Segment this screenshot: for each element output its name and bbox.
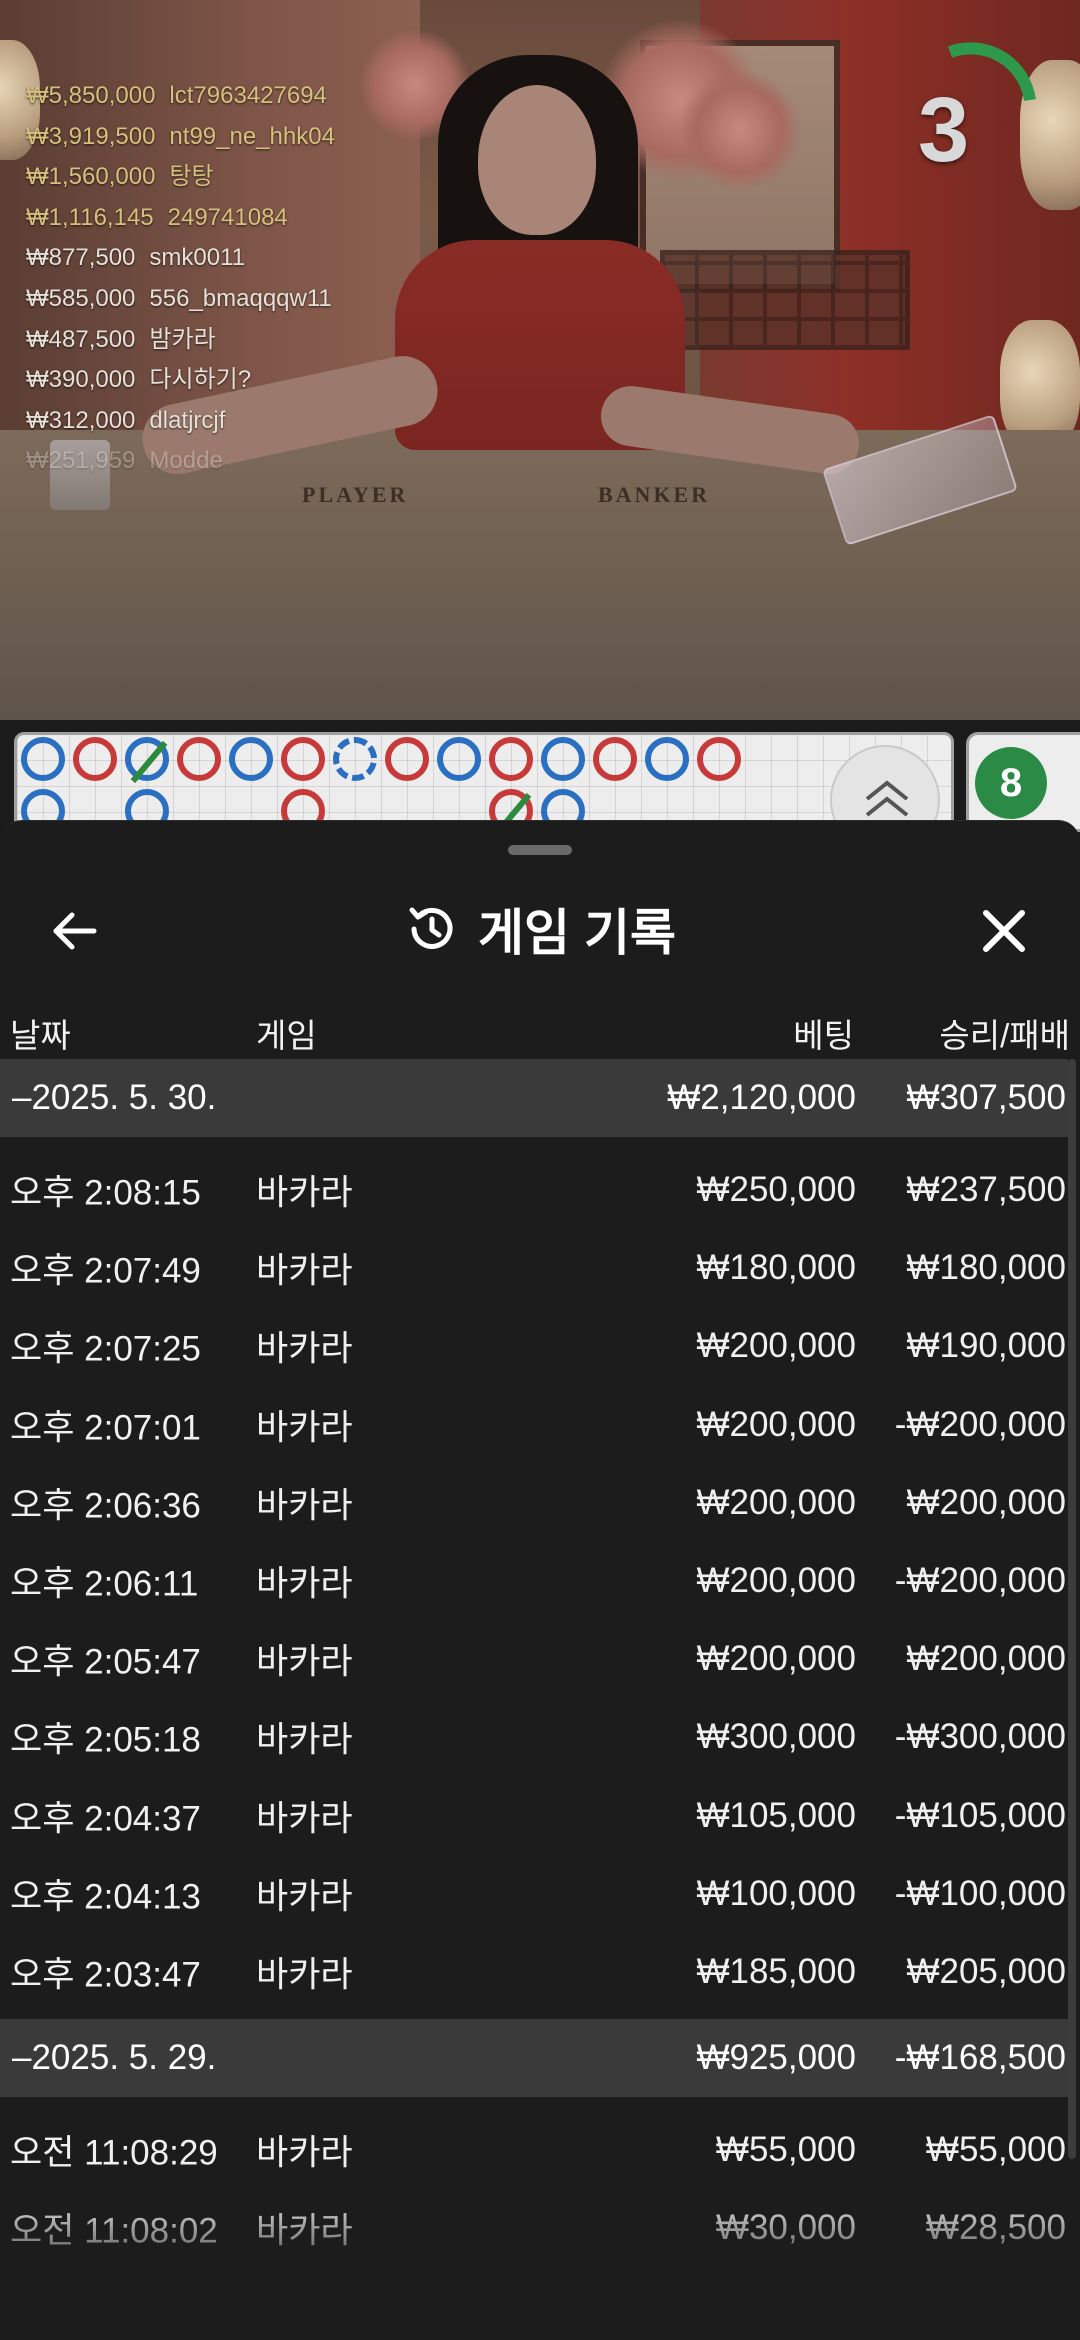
winner-row: ₩1,560,000 탕탕 xyxy=(26,163,214,191)
road-bead xyxy=(437,737,481,781)
road-bead xyxy=(229,737,273,781)
table-row[interactable]: 오후 2:06:11 바카라 ₩200,000 -₩200,000 xyxy=(0,1542,1068,1620)
winner-row: ₩877,500 smk0011 xyxy=(26,244,246,272)
road-bead xyxy=(645,737,689,781)
winner-row: ₩5,850,000 lct7963427694 xyxy=(26,82,327,109)
winners-list: ₩5,850,000 lct7963427694 ₩3,919,500 nt99_n… xyxy=(26,76,446,482)
road-bead xyxy=(697,737,741,781)
double-chevron-up-icon xyxy=(865,780,909,817)
road-bead xyxy=(281,737,325,781)
road-bead xyxy=(541,737,585,781)
column-header-result: 승리/패배 xyxy=(939,1017,1070,1054)
scrollbar[interactable] xyxy=(1068,1059,1076,2159)
table-row[interactable]: 오후 2:07:25 바카라 ₩200,000 ₩190,000 xyxy=(0,1307,1068,1385)
road-bead xyxy=(177,737,221,781)
road-bead xyxy=(385,737,429,781)
winner-row: ₩312,000 dlatjrcjf xyxy=(26,406,226,434)
dealer xyxy=(478,85,596,235)
table-row[interactable]: 오전 11:08:02 바카라 ₩30,000 ₩28,500 xyxy=(0,2189,1068,2267)
table-row[interactable]: 오후 2:05:18 바카라 ₩300,000 -₩300,000 xyxy=(0,1698,1068,1776)
road-bead xyxy=(21,737,65,781)
road-bead xyxy=(125,737,169,784)
round-count-badge: 8 xyxy=(975,747,1047,819)
close-icon xyxy=(983,910,1025,952)
table-row[interactable]: 오후 2:04:37 바카라 ₩105,000 -₩105,000 xyxy=(0,1777,1068,1855)
sheet-header: 게임 기록 xyxy=(0,881,1080,977)
road-bead xyxy=(489,737,533,781)
winner-row: ₩585,000 556_bmaqqqw11 xyxy=(26,284,332,312)
table-header: 날짜 게임 베팅 승리/패배 xyxy=(0,999,1080,1059)
date-group-row[interactable]: –2025. 5. 30. ₩2,120,000 ₩307,500 xyxy=(0,1059,1068,1137)
road-bead xyxy=(593,737,637,781)
sheet-title: 게임 기록 xyxy=(478,905,676,961)
winner-row: ₩1,116,145 249741084 xyxy=(26,203,288,231)
table-row[interactable]: 오후 2:07:01 바카라 ₩200,000 -₩200,000 xyxy=(0,1386,1068,1464)
table-row[interactable]: 오후 2:04:13 바카라 ₩100,000 -₩100,000 xyxy=(0,1855,1068,1933)
sheet-drag-handle[interactable] xyxy=(508,845,572,855)
winner-row: ₩487,500 밤카라 xyxy=(26,325,216,353)
road-bead xyxy=(73,737,117,781)
bead-road[interactable] xyxy=(14,732,954,832)
game-history-sheet: 게임 기록 날짜 게임 베팅 승리/패배 –2025. 5. 30. ₩2,12… xyxy=(0,820,1080,2340)
history-icon xyxy=(409,907,453,949)
table-label-banker: BANKER xyxy=(598,482,711,507)
table-row[interactable]: 오전 11:08:29 바카라 ₩55,000 ₩55,000 xyxy=(0,2111,1068,2189)
date-group-row[interactable]: –2025. 5. 29. ₩925,000 -₩168,500 xyxy=(0,2019,1068,2098)
column-header-game: 게임 xyxy=(256,1017,317,1054)
column-header-bet: 베팅 xyxy=(793,1017,854,1054)
table-row[interactable]: 오후 2:03:47 바카라 ₩185,000 ₩205,000 xyxy=(0,1933,1068,2011)
table-row[interactable]: 오후 2:08:15 바카라 ₩250,000 ₩237,500 xyxy=(0,1151,1068,1229)
table-row[interactable]: 오후 2:07:49 바카라 ₩180,000 ₩180,000 xyxy=(0,1229,1068,1307)
history-table: –2025. 5. 30. ₩2,120,000 ₩307,500 오후 2:0… xyxy=(0,1059,1068,2267)
close-button[interactable] xyxy=(974,901,1034,961)
countdown-timer: 3 xyxy=(918,79,970,181)
table-label-player: PLAYER xyxy=(302,482,409,507)
winner-row: ₩390,000 다시하기? xyxy=(26,366,252,394)
table-row[interactable]: 오후 2:06:36 바카라 ₩200,000 ₩200,000 xyxy=(0,1464,1068,1542)
winner-row: ₩3,919,500 nt99_ne_hhk04 xyxy=(26,122,335,150)
winner-row: ₩251,959 Modde xyxy=(26,447,223,475)
side-roadmap[interactable]: 8 xyxy=(966,732,1080,832)
live-video-feed: PLAYER BANKER ₩5,850,000 lct7963427694 ₩3… xyxy=(0,0,1080,720)
table-row[interactable]: 오후 2:05:47 바카라 ₩200,000 ₩200,000 xyxy=(0,1620,1068,1698)
column-header-date: 날짜 xyxy=(10,1017,71,1054)
road-bead xyxy=(333,737,377,781)
